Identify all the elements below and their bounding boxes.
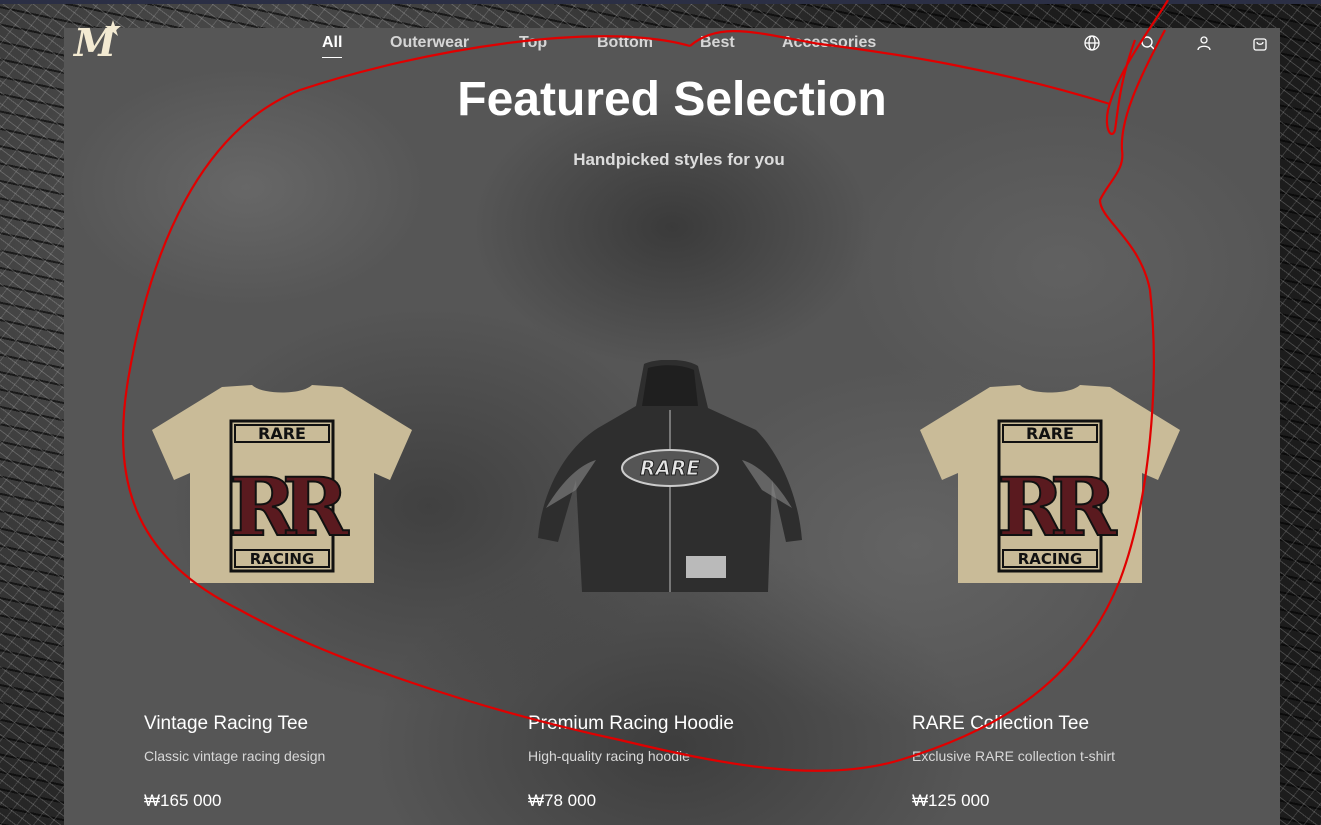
product-name[interactable]: Premium Racing Hoodie bbox=[528, 713, 734, 735]
product-price: ₩165 000 bbox=[144, 791, 222, 810]
section-subtitle: Handpicked styles for you bbox=[573, 150, 785, 169]
product-image-vintage-racing-tee[interactable]: RARE RR RACING bbox=[152, 385, 412, 585]
svg-text:RR: RR bbox=[998, 460, 1117, 554]
window-top-strip bbox=[0, 0, 1321, 4]
brand-logo[interactable]: M bbox=[72, 18, 124, 65]
cart-icon[interactable] bbox=[1251, 34, 1269, 52]
product-image-rare-collection-tee[interactable]: RARE RR RACING bbox=[920, 385, 1180, 585]
product-name[interactable]: RARE Collection Tee bbox=[912, 713, 1089, 735]
svg-text:RR: RR bbox=[230, 460, 349, 554]
nav-tab-top[interactable]: Top bbox=[519, 34, 547, 52]
nav-tab-accessories[interactable]: Accessories bbox=[782, 34, 876, 52]
product-name[interactable]: Vintage Racing Tee bbox=[144, 713, 308, 735]
svg-text:RARE: RARE bbox=[1026, 424, 1074, 443]
section-title: Featured Selection bbox=[457, 73, 887, 126]
product-description: Exclusive RARE collection t-shirt bbox=[912, 748, 1116, 764]
product-image-premium-racing-hoodie[interactable]: RARE bbox=[536, 359, 802, 608]
nav-tab-best[interactable]: Best bbox=[700, 34, 735, 52]
nav-tab-outerwear[interactable]: Outerwear bbox=[390, 34, 469, 52]
svg-text:RACING: RACING bbox=[250, 550, 315, 568]
search-icon[interactable] bbox=[1139, 34, 1157, 52]
user-icon[interactable] bbox=[1195, 34, 1213, 52]
svg-text:RARE: RARE bbox=[258, 424, 306, 443]
product-price: ₩125 000 bbox=[912, 791, 990, 810]
product-description: High-quality racing hoodie bbox=[528, 748, 690, 764]
product-price: ₩78 000 bbox=[528, 791, 597, 810]
svg-text:RARE: RARE bbox=[640, 456, 700, 480]
globe-icon[interactable] bbox=[1083, 34, 1101, 52]
product-description: Classic vintage racing design bbox=[144, 748, 326, 764]
nav-tab-bottom[interactable]: Bottom bbox=[597, 34, 653, 52]
nav-tab-all[interactable]: All bbox=[322, 34, 343, 58]
svg-text:RACING: RACING bbox=[1018, 550, 1083, 568]
